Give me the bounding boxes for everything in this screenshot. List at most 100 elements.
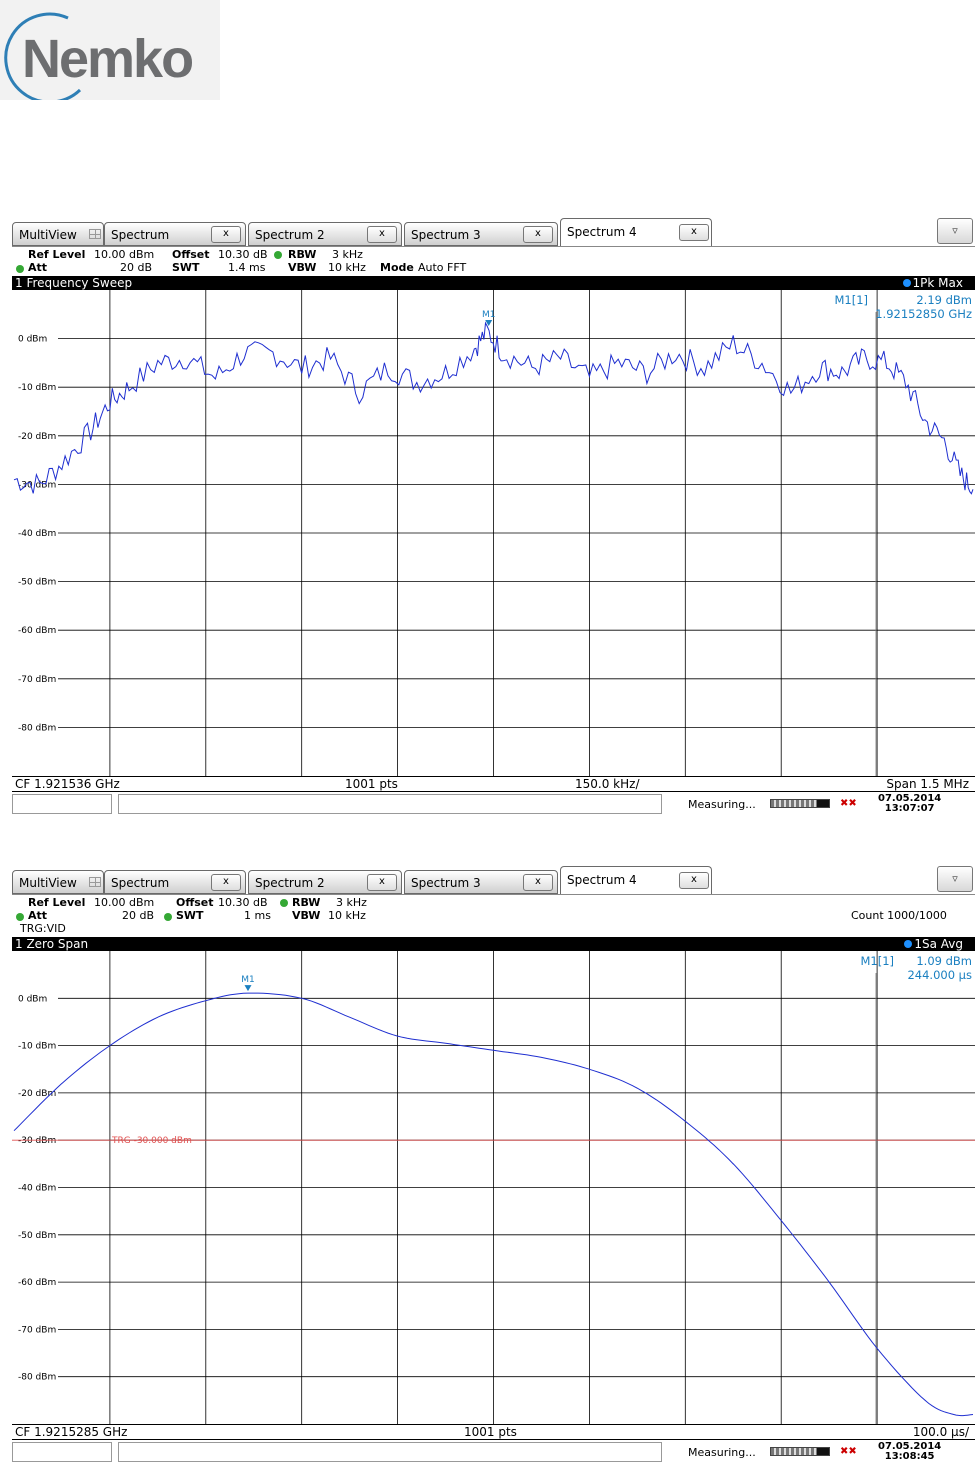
plot-area[interactable]: 0 dBm -10 dBm -20 dBm -30 dBm -40 dBm -50 dBm… [12,951,975,1424]
chart-layer: 0 dBm-10 dBm-20 dBm-30 dBm-40 dBm-50 dBm… [13,290,975,776]
tab-label: Spectrum 4 [567,873,637,887]
mode-value: Auto FFT [418,261,467,274]
tab-label: Spectrum 3 [411,228,481,242]
tab-spectrum[interactable]: Spectrum x [104,222,246,246]
tab-spectrum-2[interactable]: Spectrum 2 x [248,222,402,246]
measuring-status: Measuring... [688,1446,756,1459]
att-label: Att [28,909,48,922]
dropdown-chevron-icon[interactable]: ▿ [937,218,973,244]
swt-value: 1 ms [244,909,271,922]
marker-label: M1 [482,310,496,320]
tab-bar: MultiView Spectrum x Spectrum 2 x Spectr… [12,218,975,246]
tab-spectrum[interactable]: Spectrum x [104,870,246,894]
trigger-source: TRG:VID [20,922,66,935]
footer-bar: CF 1.921536 GHz 1001 pts 150.0 kHz/ Span… [12,776,975,792]
frequency-span: Span 1.5 MHz [886,777,969,791]
plot-area[interactable]: 0 dBm -10 dBm -20 dBm -30 dBm -40 dBm -50 dBm… [12,290,975,776]
offset-label: Offset [176,896,214,909]
close-tab-button[interactable]: x [679,224,709,241]
tab-spectrum-4[interactable]: Spectrum 4 x [560,218,712,246]
measuring-status: Measuring... [688,798,756,811]
att-value: 20 dB [122,909,155,922]
vbw-value: 10 kHz [328,909,366,922]
trigger-level-label: TRG -30.000 dBm [111,1136,192,1146]
close-tab-button[interactable]: x [211,226,241,243]
y-tick-label: -30 dBm [18,480,56,490]
average-count: Count 1000/1000 [851,909,947,922]
chart-layer: 0 dBm-10 dBm-20 dBm-30 dBm-40 dBm-50 dBm… [12,951,975,1424]
close-tab-button[interactable]: x [367,226,397,243]
points-count: 1001 pts [345,777,398,791]
marker-label: M1 [241,975,255,985]
y-tick-label: -20 dBm [18,432,56,442]
trace-dot-icon [904,940,913,948]
rbw-value: 3 kHz [332,248,363,261]
center-frequency: CF 1.921536 GHz [15,777,120,791]
close-tab-button[interactable]: x [367,874,397,891]
tab-spectrum-3[interactable]: Spectrum 3 x [404,222,558,246]
rbw-label: RBW [288,248,317,261]
att-status-led [16,265,24,273]
tab-label: Spectrum 3 [411,876,481,890]
y-tick-label: -70 dBm [18,675,56,685]
vbw-label: VBW [292,909,321,922]
trace-indicator: 1Pk Max [902,276,963,290]
marker-readout-label: M1[1] [860,954,894,968]
status-bar: Measuring... ✖✖ 07.05.2014 13:07:07 [12,792,975,816]
date-time: 07.05.2014 13:07:07 [878,794,941,814]
analyzer-panel-frequency-sweep: MultiView Spectrum x Spectrum 2 x Spectr… [12,218,975,818]
zero-span-plot: 0 dBm-10 dBm-20 dBm-30 dBm-40 dBm-50 dBm… [12,951,975,1424]
status-message-field [118,794,662,814]
swt-status-led [164,913,172,921]
close-tab-button[interactable]: x [211,874,241,891]
y-tick-label: -50 dBm [18,1231,56,1241]
marker-readout-position: 244.000 µs [907,968,972,982]
tab-label: Spectrum 2 [255,228,325,242]
offset-label: Offset [172,248,210,261]
tab-bar: MultiView Spectrum x Spectrum 2 x Spectr… [12,866,975,894]
status-bar: Measuring... ✖✖ 07.05.2014 13:08:45 [12,1440,975,1464]
tab-spectrum-2[interactable]: Spectrum 2 x [248,870,402,894]
y-tick-label: -30 dBm [18,1136,56,1146]
time-per-division: 100.0 µs/ [912,1425,969,1439]
points-count: 1001 pts [464,1425,517,1439]
y-tick-label: 0 dBm [18,994,47,1004]
rbw-status-led [280,899,288,907]
tab-spectrum-3[interactable]: Spectrum 3 x [404,870,558,894]
logo-text: Nemko [22,29,194,89]
center-frequency: CF 1.9215285 GHz [15,1425,128,1439]
close-tab-button[interactable]: x [523,874,553,891]
multiview-grid-icon [89,877,101,887]
tab-label: MultiView [19,876,77,890]
dropdown-chevron-icon[interactable]: ▿ [937,866,973,892]
y-tick-label: -70 dBm [18,1325,56,1335]
measurement-progress-bar [770,1447,830,1456]
swt-label: SWT [172,261,200,274]
marker-triangle-icon [244,985,252,992]
close-tab-button[interactable]: x [679,872,709,889]
window-title: 1 Frequency Sweep [15,276,133,290]
vbw-value: 10 kHz [328,261,366,274]
rbw-status-led [274,251,282,259]
external-reference-icon: ✖✖ [840,798,857,809]
trace-dot-icon [902,279,911,287]
mode-label: Mode [380,261,414,274]
tab-label: Spectrum [111,228,170,242]
y-tick-label: -40 dBm [18,529,56,539]
status-field-left [12,794,112,814]
marker-readout-level: 1.09 dBm [916,954,972,968]
window-title: 1 Zero Span [15,937,89,951]
date-time: 07.05.2014 13:08:45 [878,1442,941,1462]
tab-multiview[interactable]: MultiView [12,870,104,894]
close-tab-button[interactable]: x [523,226,553,243]
trace-indicator: 1Sa Avg [904,937,963,951]
status-time: 13:07:07 [884,803,935,814]
settings-info: Ref Level 10.00 dBm Offset 10.30 dB RBW … [12,246,975,276]
ref-level-value: 10.00 dBm [94,248,155,261]
y-tick-label: -40 dBm [18,1184,56,1194]
analyzer-panel-zero-span: MultiView Spectrum x Spectrum 2 x Spectr… [12,866,975,1466]
tab-spectrum-4[interactable]: Spectrum 4 x [560,866,712,894]
vbw-label: VBW [288,261,317,274]
tab-multiview[interactable]: MultiView [12,222,104,246]
y-tick-label: -60 dBm [18,1278,56,1288]
